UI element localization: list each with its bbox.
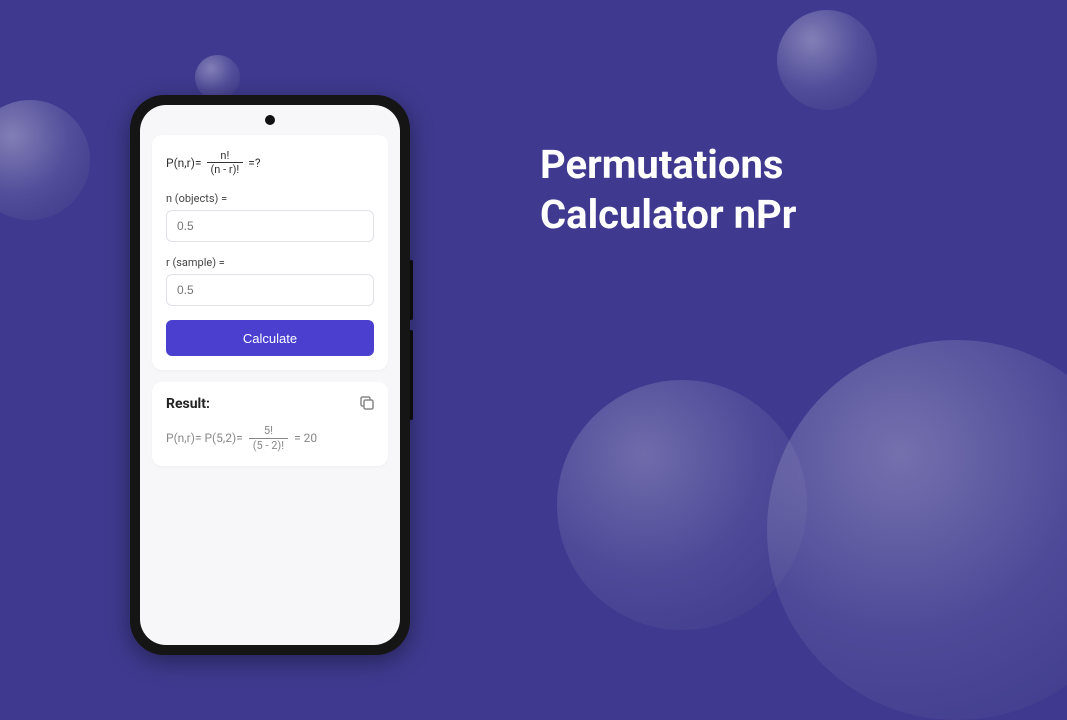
- n-label: n (objects) =: [166, 192, 374, 205]
- n-input[interactable]: [166, 210, 374, 242]
- page-title-line2: Calculator nPr: [540, 190, 796, 240]
- copy-icon[interactable]: [358, 394, 376, 412]
- result-card: Result: P(n,r)= P(5,2)= 5! (5 - 2)! = 20: [152, 382, 388, 465]
- result-value: = 20: [294, 431, 317, 445]
- calculate-button[interactable]: Calculate: [166, 320, 374, 356]
- formula-fraction: n! (n - r)!: [207, 149, 244, 176]
- result-numerator: 5!: [260, 424, 277, 437]
- phone-screen: P(n,r)= n! (n - r)! =? n (objects) = r (…: [140, 105, 400, 645]
- formula-numerator: n!: [216, 149, 233, 162]
- result-heading: Result:: [166, 396, 374, 412]
- result-prefix: P(n,r)= P(5,2)=: [166, 431, 243, 445]
- result-formula: P(n,r)= P(5,2)= 5! (5 - 2)! = 20: [166, 424, 374, 451]
- formula-denominator: (n - r)!: [207, 162, 244, 176]
- phone-frame: P(n,r)= n! (n - r)! =? n (objects) = r (…: [130, 95, 410, 655]
- page-title-line1: Permutations: [540, 140, 796, 190]
- calculator-card: P(n,r)= n! (n - r)! =? n (objects) = r (…: [152, 135, 388, 370]
- page-title: Permutations Calculator nPr: [540, 140, 796, 240]
- decorative-sphere: [195, 55, 240, 100]
- formula-prefix: P(n,r)=: [166, 156, 202, 170]
- decorative-sphere: [767, 340, 1067, 720]
- r-input[interactable]: [166, 274, 374, 306]
- app-content: P(n,r)= n! (n - r)! =? n (objects) = r (…: [140, 105, 400, 478]
- camera-dot: [265, 115, 275, 125]
- formula-suffix: =?: [248, 156, 260, 170]
- result-denominator: (5 - 2)!: [249, 438, 288, 452]
- result-fraction: 5! (5 - 2)!: [249, 424, 288, 451]
- decorative-sphere: [777, 10, 877, 110]
- decorative-sphere: [0, 100, 90, 220]
- r-label: r (sample) =: [166, 256, 374, 269]
- formula-display: P(n,r)= n! (n - r)! =?: [166, 149, 374, 176]
